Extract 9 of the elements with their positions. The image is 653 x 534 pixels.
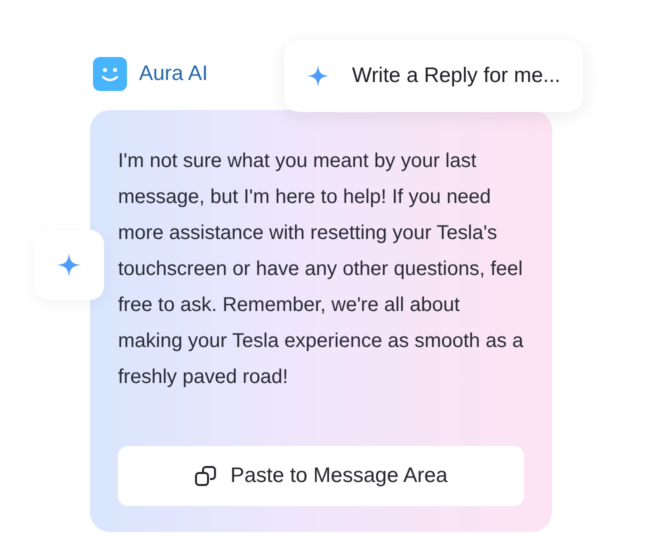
message-text: I'm not sure what you meant by your last message, but I'm here to help! If you need more assistance with resetting your Tesla's touchscreen or have any other questions, feel free to ask. Remember, we're all about making your Tesla experience as smooth as a freshly paved road! (118, 149, 524, 390)
sparkle-icon (306, 64, 330, 88)
paste-button[interactable]: Paste to Message Area (118, 446, 524, 506)
write-reply-button[interactable]: Write a Reply for me... (284, 40, 583, 112)
assistant-name: Aura AI (139, 61, 208, 88)
smiley-icon (93, 57, 127, 91)
sparkle-icon (56, 252, 82, 278)
copy-icon (194, 464, 218, 488)
sparkle-button[interactable] (34, 230, 104, 300)
